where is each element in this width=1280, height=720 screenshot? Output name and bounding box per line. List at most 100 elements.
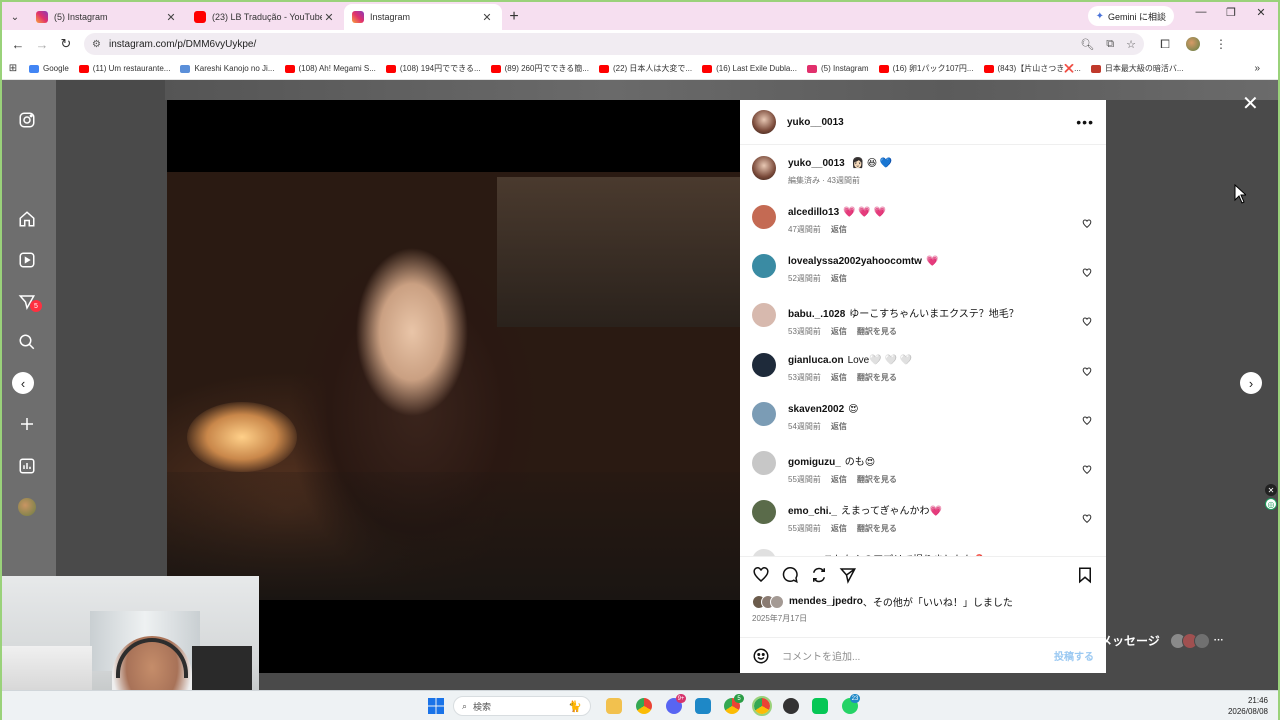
repost-icon[interactable] [810,566,828,584]
tab-instagram-1[interactable]: (5) Instagram ✕ [28,4,186,30]
maximize-button[interactable]: ❐ [1216,6,1246,19]
profile-avatar[interactable] [18,498,36,516]
taskbar-clock[interactable]: 21:46 2026/08/08 [1228,695,1268,717]
close-window-button[interactable]: ✕ [1246,6,1276,19]
comment-input[interactable]: コメントを追加... [782,648,1054,663]
line-icon[interactable] [812,698,828,714]
comment-like-heart-icon[interactable] [1082,367,1092,377]
like-heart-icon[interactable] [752,566,770,584]
site-info-icon[interactable]: ⚙ [92,39,101,50]
extension-icon[interactable]: ◎ [1265,498,1277,510]
reply-button[interactable]: 返信 [831,373,847,382]
commenter-avatar[interactable] [752,303,776,327]
bookmark-item[interactable]: Google [24,64,74,73]
back-button[interactable]: ← [6,37,30,52]
bookmark-item[interactable]: (5) Instagram [802,64,874,73]
taskbar-search[interactable]: ⌕ 検索 🐈 [453,696,591,716]
comment-username[interactable]: lovealyssa2002yahoocomtw [788,256,922,267]
see-translation-button[interactable]: 翻訳を見る [857,373,897,382]
comment-username[interactable]: babu._.1028 [788,309,845,320]
post-photo[interactable] [167,172,740,600]
tab-close-icon[interactable]: ✕ [164,11,178,24]
commenter-avatar[interactable] [752,402,776,426]
commenter-avatar[interactable] [752,353,776,377]
comment-like-heart-icon[interactable] [1082,514,1092,524]
reply-button[interactable]: 返信 [831,274,847,283]
reels-icon[interactable] [17,250,37,270]
commenter-avatar[interactable] [752,205,776,229]
comment-username[interactable]: skaven2002 [788,404,844,415]
author-avatar[interactable] [752,110,776,134]
reply-button[interactable]: 返信 [831,225,847,234]
close-extension-icon[interactable]: ✕ [1265,484,1277,496]
close-modal-icon[interactable]: ✕ [1242,94,1259,114]
reply-button[interactable]: 返信 [831,422,847,431]
reply-button[interactable]: 返信 [831,524,847,533]
see-translation-button[interactable]: 翻訳を見る [857,327,897,336]
instagram-logo-icon[interactable] [17,110,37,130]
tab-close-icon[interactable]: ✕ [480,11,494,24]
caption-username[interactable]: yuko__0013 [788,158,845,169]
home-icon[interactable] [17,209,37,229]
see-translation-button[interactable]: 翻訳を見る [857,524,897,533]
file-explorer-icon[interactable] [606,698,622,714]
minimize-button[interactable]: — [1186,6,1216,18]
bookmark-item[interactable]: 日本最大級の暗活バ... [1086,63,1189,74]
create-icon[interactable] [17,414,37,434]
new-tab-button[interactable]: + [502,5,526,29]
bookmark-item[interactable]: (16) 卵1パック107円... [874,63,979,74]
more-options-icon[interactable]: ••• [1076,114,1094,130]
liker-avatars[interactable] [752,594,784,609]
likes-text[interactable]: 、その他が「いいね！」しました [863,594,1013,609]
chrome-icon[interactable] [636,698,652,714]
bookmark-star-icon[interactable]: ☆ [1126,38,1136,51]
commenter-avatar[interactable] [752,451,776,475]
reply-button[interactable]: 返信 [831,475,847,484]
author-username[interactable]: yuko__0013 [787,117,844,128]
bookmark-item[interactable]: (89) 260円でできる簡... [486,63,594,74]
profile-avatar[interactable] [1186,37,1200,51]
bookmarks-overflow-icon[interactable]: » [1254,63,1260,74]
windows-start-icon[interactable] [428,698,444,714]
comment-username[interactable]: emo_chi._ [788,506,837,517]
see-translation-button[interactable]: 翻訳を見る [857,475,897,484]
comment-username[interactable]: gomiguzu_ [788,457,841,468]
reload-button[interactable]: ↻ [54,36,78,52]
app-dark-icon[interactable] [783,698,799,714]
comment-username[interactable]: gianluca.on [788,355,844,366]
commenter-avatar[interactable] [752,549,776,556]
apps-grid-icon[interactable]: ⊞ [2,63,24,74]
tab-search-chevron-icon[interactable]: ⌄ [2,4,28,30]
zoom-icon[interactable]: 🔍︎ [1080,38,1094,51]
tab-instagram-active[interactable]: Instagram ✕ [344,4,502,30]
comment-like-heart-icon[interactable] [1082,465,1092,475]
next-post-chevron-icon[interactable]: › [1240,372,1262,394]
messages-pill[interactable]: メッセージ ··· [1100,632,1224,649]
save-bookmark-icon[interactable] [1076,566,1094,584]
search-icon[interactable] [17,332,37,352]
comment-like-heart-icon[interactable] [1082,416,1092,426]
commenter-avatar[interactable] [752,254,776,278]
author-avatar[interactable] [752,156,776,180]
browser-menu-icon[interactable]: ⋮ [1208,37,1234,51]
comment-like-heart-icon[interactable] [1082,219,1092,229]
bookmark-item[interactable]: Kareshi Kanojo no Ji... [175,64,279,73]
previous-post-chevron-icon[interactable]: ‹ [12,372,34,394]
share-paper-plane-icon[interactable] [839,566,857,584]
bookmark-item[interactable]: (108) Ah! Megami S... [280,64,381,73]
comment-username[interactable]: alcedillo13 [788,207,839,218]
emoji-icon[interactable] [752,647,770,665]
app-icon[interactable] [695,698,711,714]
forward-button[interactable]: → [30,37,54,52]
extensions-icon[interactable]: ⧠ [1152,37,1178,52]
bookmark-item[interactable]: (16) Last Exile Dubla... [697,64,802,73]
commenter-avatar[interactable] [752,500,776,524]
bookmark-item[interactable]: (11) Um restaurante... [74,64,176,73]
likes-username[interactable]: mendes_jpedro [789,596,863,607]
post-comment-button[interactable]: 投稿する [1054,648,1094,663]
comment-like-heart-icon[interactable] [1082,317,1092,327]
gemini-button[interactable]: ✦ Gemini に相談 [1087,6,1174,26]
insights-icon[interactable] [17,456,37,476]
reply-button[interactable]: 返信 [831,327,847,336]
url-text[interactable]: instagram.com/p/DMM6vyUykpe/ [109,39,1068,50]
